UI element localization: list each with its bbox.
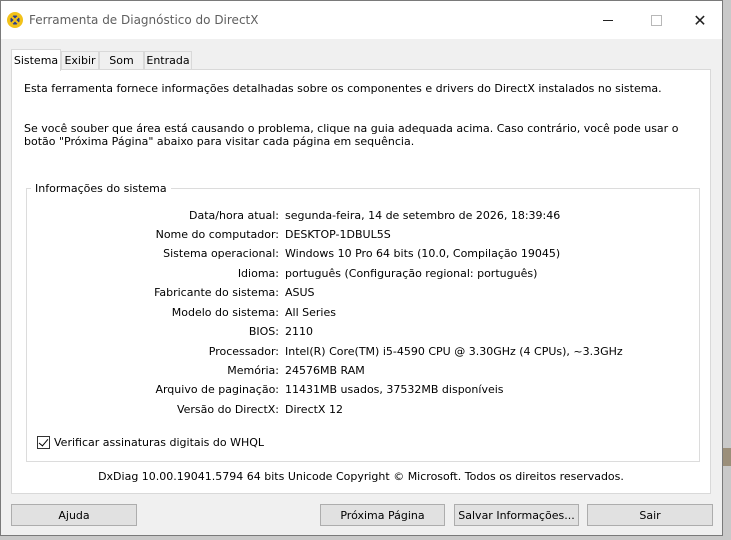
title-bar[interactable]: Ferramenta de Diagnóstico do DirectX ✕ xyxy=(1,1,722,39)
info-label: Modelo do sistema: xyxy=(171,306,279,319)
info-value: ASUS xyxy=(285,286,315,299)
info-row-os: Sistema operacional: Windows 10 Pro 64 b… xyxy=(27,247,699,263)
tab-label: Exibir xyxy=(64,54,96,67)
info-value: Intel(R) Core(TM) i5-4590 CPU @ 3.30GHz … xyxy=(285,345,623,358)
info-row-memory: Memória: 24576MB RAM xyxy=(27,364,699,380)
copyright-text: DxDiag 10.00.19041.5794 64 bits Unicode … xyxy=(98,470,624,483)
close-button[interactable]: ✕ xyxy=(677,1,723,39)
maximize-button[interactable] xyxy=(633,1,679,39)
maximize-icon xyxy=(650,14,662,26)
system-info-group: Informações do sistema Data/hora atual: … xyxy=(26,181,700,462)
minimize-icon xyxy=(603,19,613,21)
info-row-bios: BIOS: 2110 xyxy=(27,325,699,341)
info-label: Memória: xyxy=(227,364,279,377)
instructions-text: Se você souber que área está causando o … xyxy=(24,122,679,148)
background-window-fragment xyxy=(723,448,731,466)
info-row-manufacturer: Fabricante do sistema: ASUS xyxy=(27,286,699,302)
tab-som[interactable]: Som xyxy=(99,51,144,69)
info-value: português (Configuração regional: portug… xyxy=(285,267,538,280)
help-button[interactable]: Ajuda xyxy=(11,504,137,526)
directx-icon xyxy=(7,12,23,28)
info-label: Data/hora atual: xyxy=(189,209,279,222)
info-value: DirectX 12 xyxy=(285,403,343,416)
minimize-button[interactable] xyxy=(585,1,631,39)
info-value: 24576MB RAM xyxy=(285,364,365,377)
info-row-directx-version: Versão do DirectX: DirectX 12 xyxy=(27,403,699,419)
close-icon: ✕ xyxy=(693,10,707,30)
info-row-model: Modelo do sistema: All Series xyxy=(27,306,699,322)
info-label: Sistema operacional: xyxy=(163,247,279,260)
info-row-computer-name: Nome do computador: DESKTOP-1DBUL5S xyxy=(27,228,699,244)
info-value: 2110 xyxy=(285,325,313,338)
group-title: Informações do sistema xyxy=(31,181,171,196)
info-label: Fabricante do sistema: xyxy=(154,286,279,299)
sistema-panel: Esta ferramenta fornece informações deta… xyxy=(11,69,711,494)
whql-checkbox[interactable] xyxy=(37,436,50,449)
info-row-datetime: Data/hora atual: segunda-feira, 14 de se… xyxy=(27,209,699,225)
whql-check-option[interactable]: Verificar assinaturas digitais do WHQL xyxy=(37,436,264,449)
exit-button[interactable]: Sair xyxy=(587,504,713,526)
info-label: Nome do computador: xyxy=(155,228,279,241)
tab-sistema[interactable]: Sistema xyxy=(11,49,61,71)
info-value: All Series xyxy=(285,306,336,319)
tab-entrada[interactable]: Entrada xyxy=(144,51,192,69)
tab-label: Som xyxy=(109,54,134,67)
window-title: Ferramenta de Diagnóstico do DirectX xyxy=(29,13,259,27)
info-value: DESKTOP-1DBUL5S xyxy=(285,228,391,241)
info-label: Arquivo de paginação: xyxy=(155,383,279,396)
info-value: 11431MB usados, 37532MB disponíveis xyxy=(285,383,504,396)
info-row-processor: Processador: Intel(R) Core(TM) i5-4590 C… xyxy=(27,345,699,361)
check-icon xyxy=(38,436,49,447)
background-window-edge-bottom xyxy=(0,536,731,540)
whql-label: Verificar assinaturas digitais do WHQL xyxy=(54,436,265,449)
dxdiag-window: Ferramenta de Diagnóstico do DirectX ✕ S… xyxy=(0,0,723,536)
tab-label: Entrada xyxy=(146,54,190,67)
intro-text: Esta ferramenta fornece informações deta… xyxy=(24,82,662,95)
info-label: Processador: xyxy=(208,345,279,358)
info-label: Idioma: xyxy=(237,267,279,280)
info-row-pagefile: Arquivo de paginação: 11431MB usados, 37… xyxy=(27,383,699,399)
info-value: segunda-feira, 14 de setembro de 2026, 1… xyxy=(285,209,561,222)
next-page-button[interactable]: Próxima Página xyxy=(320,504,445,526)
info-row-language: Idioma: português (Configuração regional… xyxy=(27,267,699,283)
info-label: BIOS: xyxy=(248,325,279,338)
tab-label: Sistema xyxy=(13,54,59,67)
tab-exibir[interactable]: Exibir xyxy=(61,51,99,69)
save-info-button[interactable]: Salvar Informações... xyxy=(454,504,579,526)
info-value: Windows 10 Pro 64 bits (10.0, Compilação… xyxy=(285,247,561,260)
info-label: Versão do DirectX: xyxy=(176,403,279,416)
